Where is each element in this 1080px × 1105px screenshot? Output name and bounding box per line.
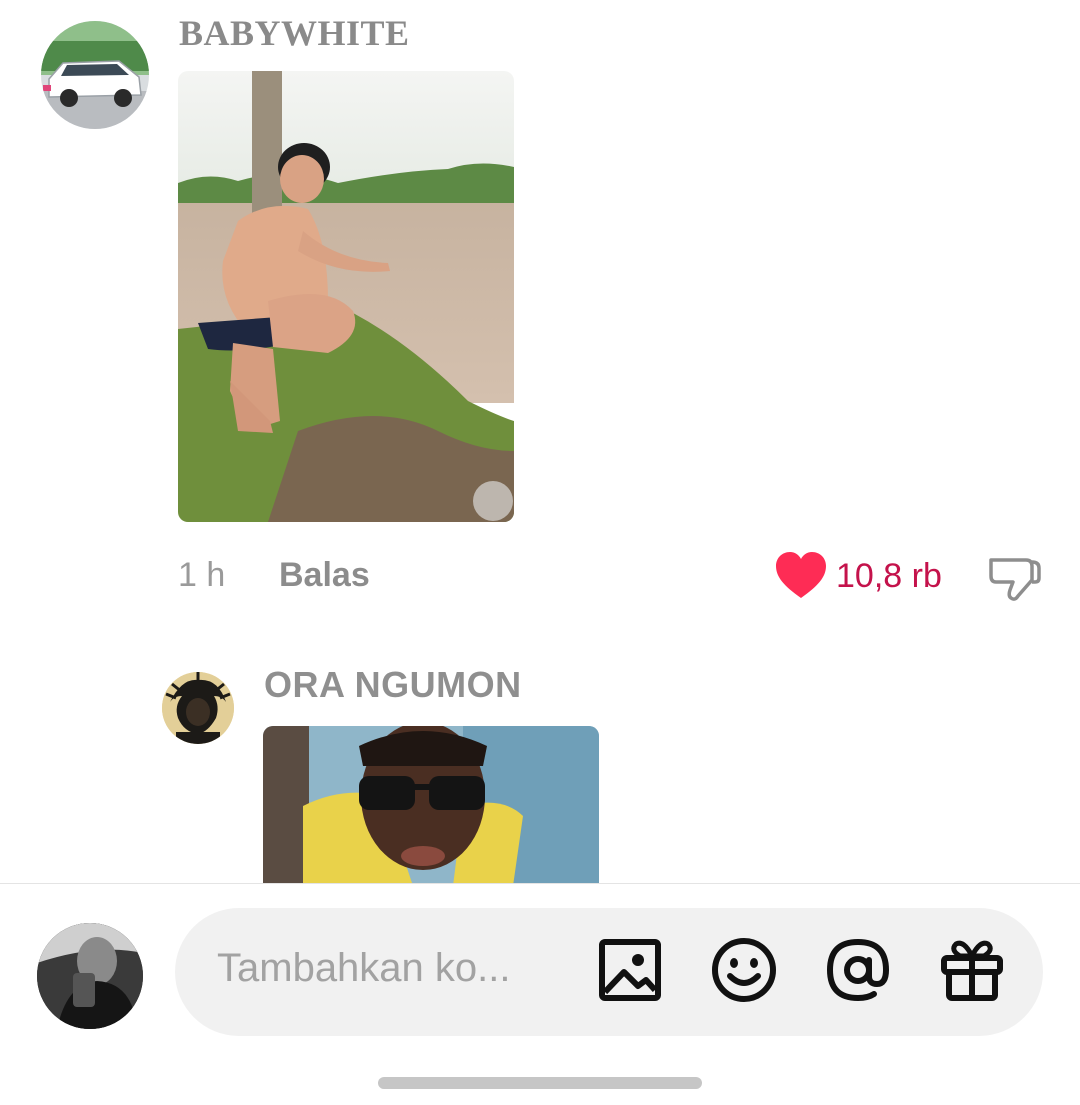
reply-button[interactable]: Balas bbox=[279, 556, 370, 595]
heart-icon bbox=[776, 552, 826, 598]
emoji-icon bbox=[712, 938, 776, 1002]
at-mention-icon bbox=[826, 938, 890, 1002]
user-avatar-image bbox=[37, 923, 143, 1029]
image-picker-button[interactable] bbox=[594, 934, 666, 1006]
car-avatar-image bbox=[41, 21, 149, 129]
avatar[interactable] bbox=[162, 672, 234, 744]
gif-photo bbox=[263, 726, 599, 886]
current-user-avatar[interactable] bbox=[37, 923, 143, 1029]
comment-image[interactable] bbox=[178, 71, 514, 522]
illustrated-avatar-image bbox=[162, 672, 234, 744]
comment-input-placeholder: Tambahkan ko... bbox=[217, 946, 511, 990]
avatar[interactable] bbox=[41, 21, 149, 129]
gift-button[interactable] bbox=[936, 934, 1008, 1006]
like-button[interactable] bbox=[774, 550, 828, 602]
dislike-button[interactable] bbox=[988, 554, 1042, 604]
emoji-button[interactable] bbox=[708, 934, 780, 1006]
comment-username[interactable]: ORA NGUMON bbox=[264, 664, 522, 706]
home-indicator[interactable] bbox=[378, 1077, 702, 1089]
gift-icon bbox=[941, 940, 1003, 1001]
mention-button[interactable] bbox=[822, 934, 894, 1006]
thumbs-down-icon bbox=[989, 558, 1041, 601]
comment-username[interactable]: BABYWHITE bbox=[179, 12, 410, 54]
like-count: 10,8 rb bbox=[836, 557, 942, 595]
river-photo bbox=[178, 71, 514, 522]
comment-image[interactable] bbox=[263, 726, 599, 886]
image-icon bbox=[599, 939, 661, 1001]
comment-timestamp: 1 h bbox=[178, 556, 226, 594]
